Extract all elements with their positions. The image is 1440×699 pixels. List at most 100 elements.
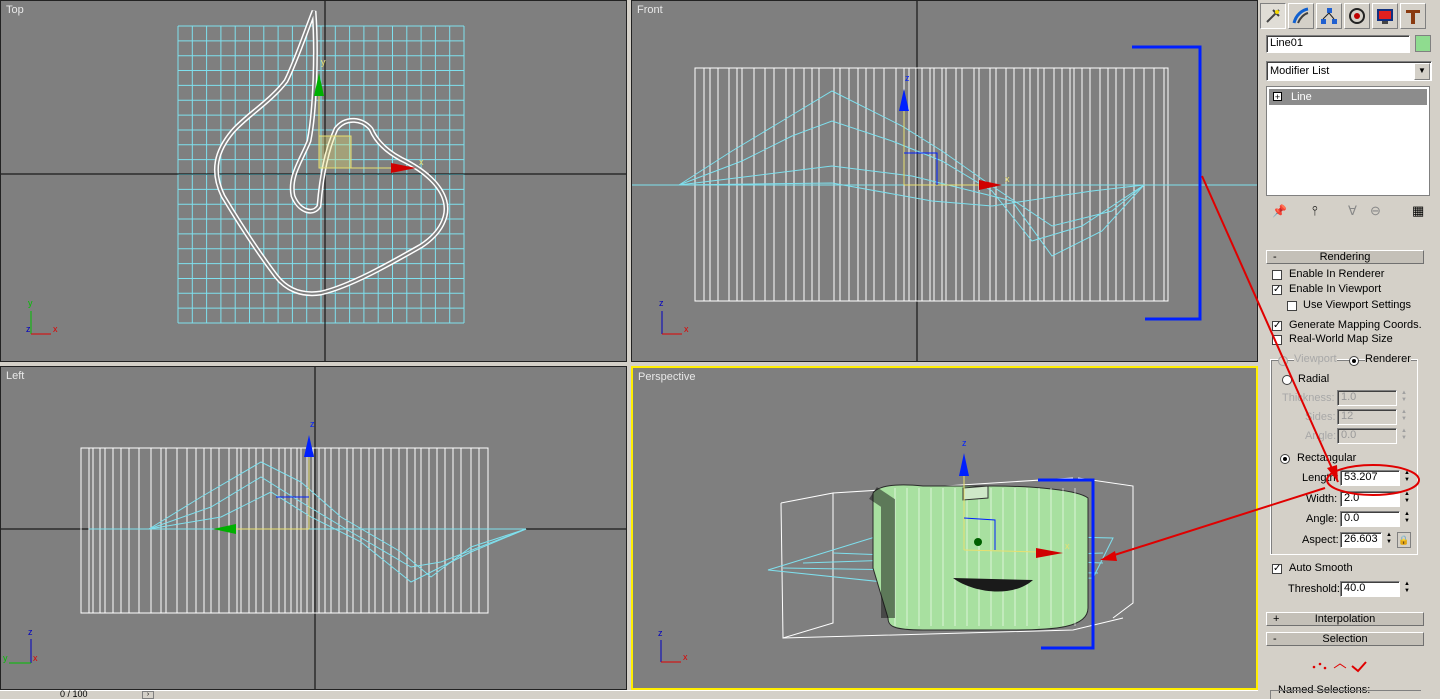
width-label: Width:	[1306, 493, 1338, 505]
aspect-label: Aspect:	[1302, 534, 1339, 546]
utilities-tab[interactable]	[1400, 3, 1426, 29]
enable-in-renderer-checkbox[interactable]	[1272, 270, 1282, 280]
aspect-spinner[interactable]: ▲ ▼	[1384, 532, 1394, 548]
configure-modifier-sets-icon[interactable]: ▦	[1412, 203, 1424, 219]
viewport-label-perspective[interactable]: Perspective	[638, 371, 695, 383]
angle-input[interactable]: 0.0	[1340, 511, 1400, 527]
aspect-input[interactable]: 26.603	[1340, 532, 1382, 548]
thickness-input[interactable]: 1.0	[1337, 390, 1397, 406]
make-unique-icon[interactable]: ∀	[1348, 203, 1357, 219]
generate-mapping-label: Generate Mapping Coords.	[1289, 319, 1422, 331]
selection-rollout-header[interactable]: - Selection	[1266, 632, 1424, 646]
viewport-label-left[interactable]: Left	[6, 370, 24, 382]
svg-text:y: y	[28, 298, 33, 308]
lock-aspect-icon[interactable]: 🔒	[1397, 532, 1411, 548]
viewport-radio[interactable]	[1278, 356, 1288, 366]
viewport-label-top[interactable]: Top	[6, 4, 24, 16]
create-icon	[1266, 9, 1280, 23]
svg-text:x: x	[33, 653, 38, 663]
viewport-top[interactable]: y x y x z Top	[0, 0, 627, 362]
viewport-radio-label: Viewport	[1294, 353, 1337, 365]
modifier-list-dropdown[interactable]: Modifier List ▼	[1266, 61, 1432, 81]
display-tab[interactable]	[1372, 3, 1398, 29]
hierarchy-icon	[1321, 8, 1337, 24]
pin-stack-icon[interactable]: 📌	[1272, 204, 1287, 218]
interpolation-rollout-header[interactable]: + Interpolation	[1266, 612, 1424, 626]
expand-icon[interactable]: +	[1273, 92, 1282, 102]
svg-text:x: x	[684, 324, 689, 334]
modifier-stack[interactable]: + Line	[1266, 86, 1430, 196]
modify-icon	[1292, 7, 1309, 24]
left-gizmo-y-arrow-icon[interactable]	[213, 524, 236, 534]
viewport-perspective[interactable]: z x z x Perspective	[631, 366, 1258, 690]
sides-spinner[interactable]: ▲ ▼	[1399, 409, 1409, 425]
command-panel: Line01 Modifier List ▼ + Line 📌 ⫯ ∀ ⊖ ▦ …	[1258, 0, 1440, 699]
hierarchy-tab[interactable]	[1316, 3, 1342, 29]
persp-gizmo-pivot	[974, 538, 982, 546]
angle-radial-spinner[interactable]: ▲ ▼	[1399, 428, 1409, 444]
left-view-canvas: z z y x	[1, 367, 626, 689]
display-icon	[1377, 9, 1393, 24]
thickness-spinner[interactable]: ▲ ▼	[1399, 390, 1409, 406]
viewport-front[interactable]: z x z x Front	[631, 0, 1258, 362]
line01-renderable-shape[interactable]	[872, 484, 1089, 631]
svg-text:z: z	[28, 627, 33, 637]
selection-title: Selection	[1322, 633, 1368, 645]
real-world-map-label: Real-World Map Size	[1289, 333, 1393, 345]
top-view-canvas: y x y x z	[1, 1, 626, 361]
front-gizmo-z-arrow-icon[interactable]	[899, 89, 909, 111]
modifier-list-label: Modifier List	[1270, 65, 1330, 77]
viewport-label-front[interactable]: Front	[637, 4, 663, 16]
length-spinner[interactable]: ▲ ▼	[1402, 470, 1412, 486]
angle-radial-label: Angle:	[1305, 430, 1337, 442]
rendering-rollout-header[interactable]: - Rendering	[1266, 250, 1424, 264]
object-name-field[interactable]: Line01	[1266, 35, 1410, 53]
auto-smooth-checkbox[interactable]: ✓	[1272, 564, 1282, 574]
angle-spinner[interactable]: ▲ ▼	[1402, 511, 1412, 527]
persp-gizmo-x-label: x	[1065, 541, 1070, 551]
modify-tab[interactable]	[1288, 3, 1314, 29]
subobject-selection-icons[interactable]	[1308, 656, 1378, 676]
left-ribbon-lines	[88, 448, 480, 613]
motion-tab[interactable]	[1344, 3, 1370, 29]
front-gizmo-x-label: x	[1005, 174, 1010, 184]
sides-input[interactable]: 12	[1337, 409, 1397, 425]
renderer-radio[interactable]	[1349, 356, 1359, 366]
create-tab[interactable]	[1260, 3, 1286, 29]
sides-label: Sides:	[1305, 411, 1336, 423]
transform-plane-icon[interactable]	[318, 135, 352, 169]
svg-text:x: x	[53, 324, 58, 334]
axis-tripod-top: y x z	[26, 298, 58, 335]
remove-modifier-icon[interactable]: ⊖	[1370, 203, 1381, 219]
threshold-input[interactable]: 40.0	[1340, 581, 1400, 597]
width-input[interactable]: 2.0	[1340, 491, 1400, 507]
show-end-result-icon[interactable]: ⫯	[1312, 203, 1318, 219]
axis-tripod-left: z y x	[3, 627, 38, 664]
svg-text:z: z	[26, 324, 31, 334]
object-color-swatch[interactable]	[1415, 35, 1431, 52]
threshold-spinner[interactable]: ▲ ▼	[1402, 581, 1412, 597]
real-world-map-checkbox[interactable]	[1272, 335, 1282, 345]
left-gizmo-z-label: z	[310, 419, 315, 429]
radial-radio[interactable]	[1282, 375, 1292, 385]
persp-gizmo-z-arrow-icon[interactable]	[959, 453, 969, 476]
viewport-left[interactable]: z z y x Left	[0, 366, 627, 690]
angle-radial-input[interactable]: 0.0	[1337, 428, 1397, 444]
left-gizmo-z-arrow-icon[interactable]	[304, 435, 314, 457]
enable-in-renderer-label: Enable In Renderer	[1289, 268, 1385, 280]
chevron-down-icon[interactable]: ▼	[1414, 63, 1430, 80]
generate-mapping-checkbox[interactable]: ✓	[1272, 321, 1282, 331]
length-input[interactable]: 53.207	[1340, 470, 1400, 486]
gizmo-x-label: x	[419, 157, 424, 167]
svg-text:z: z	[659, 298, 664, 308]
enable-in-viewport-checkbox[interactable]: ✓	[1272, 285, 1282, 295]
rectangular-radio[interactable]	[1280, 454, 1290, 464]
use-viewport-settings-label: Use Viewport Settings	[1303, 299, 1412, 311]
width-spinner[interactable]: ▲ ▼	[1402, 491, 1412, 507]
use-viewport-settings-checkbox[interactable]	[1287, 301, 1297, 311]
renderer-radio-label: Renderer	[1365, 353, 1411, 365]
stack-item-line[interactable]: + Line	[1269, 89, 1427, 105]
front-gizmo-z-label: z	[905, 73, 910, 83]
stack-item-label: Line	[1291, 91, 1312, 103]
threshold-label: Threshold:	[1288, 583, 1340, 595]
